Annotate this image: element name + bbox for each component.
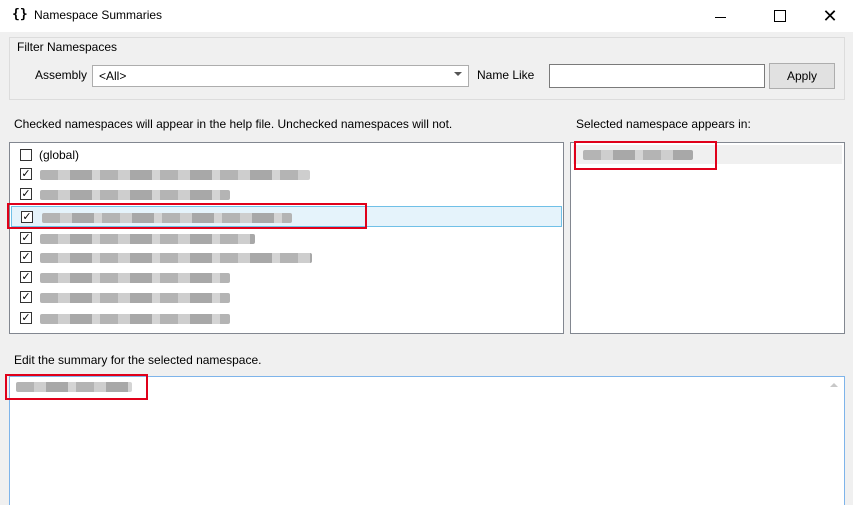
list-item[interactable]: ✓	[10, 309, 561, 328]
redacted-namespace-label	[40, 190, 230, 200]
list-item[interactable]: (global)	[10, 146, 561, 165]
redacted-namespace-label	[40, 273, 230, 283]
namespace-list[interactable]: (global) ✓ ✓ ✓ ✓ ✓ ✓ ✓ ✓	[9, 142, 564, 334]
chevron-down-icon	[454, 72, 462, 76]
braces-icon: {}	[12, 7, 28, 22]
checkbox[interactable]: ✓	[20, 271, 32, 283]
name-like-label: Name Like	[477, 68, 535, 82]
minimize-button[interactable]	[697, 0, 743, 32]
checkbox[interactable]: ✓	[20, 312, 32, 324]
maximize-icon	[774, 10, 786, 22]
checkbox[interactable]: ✓	[20, 168, 32, 180]
checkbox[interactable]: ✓	[20, 251, 32, 263]
highlight-annotation	[7, 203, 367, 229]
list-item[interactable]: ✓	[10, 185, 561, 204]
list-item[interactable]: ✓	[10, 288, 561, 307]
checkbox[interactable]: ✓	[20, 232, 32, 244]
highlight-annotation	[5, 374, 148, 400]
redacted-namespace-label	[40, 314, 230, 324]
close-icon: ✕	[822, 6, 838, 26]
assembly-selected-value: <All>	[99, 69, 127, 83]
redacted-namespace-label	[40, 293, 230, 303]
window-title: Namespace Summaries	[34, 8, 163, 22]
redacted-namespace-label	[40, 234, 255, 244]
highlight-annotation	[574, 141, 717, 170]
maximize-button[interactable]	[757, 0, 803, 32]
list-item[interactable]: ✓	[10, 248, 561, 267]
appears-in-heading: Selected namespace appears in:	[576, 117, 751, 131]
title-bar: {} Namespace Summaries ✕	[0, 0, 853, 32]
redacted-namespace-label	[40, 170, 310, 180]
name-like-input[interactable]	[549, 64, 765, 88]
checkbox[interactable]	[20, 149, 32, 161]
assembly-label: Assembly	[35, 68, 88, 82]
namespace-label: (global)	[39, 148, 80, 162]
checkbox[interactable]: ✓	[20, 291, 32, 303]
appears-in-list[interactable]	[570, 142, 845, 334]
minimize-icon	[714, 16, 726, 18]
list-item[interactable]: ✓	[10, 229, 561, 248]
redacted-namespace-label	[40, 253, 312, 263]
scroll-up-icon[interactable]	[830, 383, 838, 387]
summary-heading: Edit the summary for the selected namesp…	[14, 353, 262, 367]
list-item[interactable]: ✓	[10, 165, 561, 184]
filter-group-label: Filter Namespaces	[17, 40, 118, 54]
assembly-dropdown[interactable]: <All>	[92, 65, 469, 87]
checkbox[interactable]: ✓	[20, 188, 32, 200]
namespaces-heading: Checked namespaces will appear in the he…	[14, 117, 453, 131]
apply-button[interactable]: Apply	[769, 63, 835, 89]
close-button[interactable]: ✕	[807, 0, 853, 32]
list-item[interactable]: ✓	[10, 268, 561, 287]
